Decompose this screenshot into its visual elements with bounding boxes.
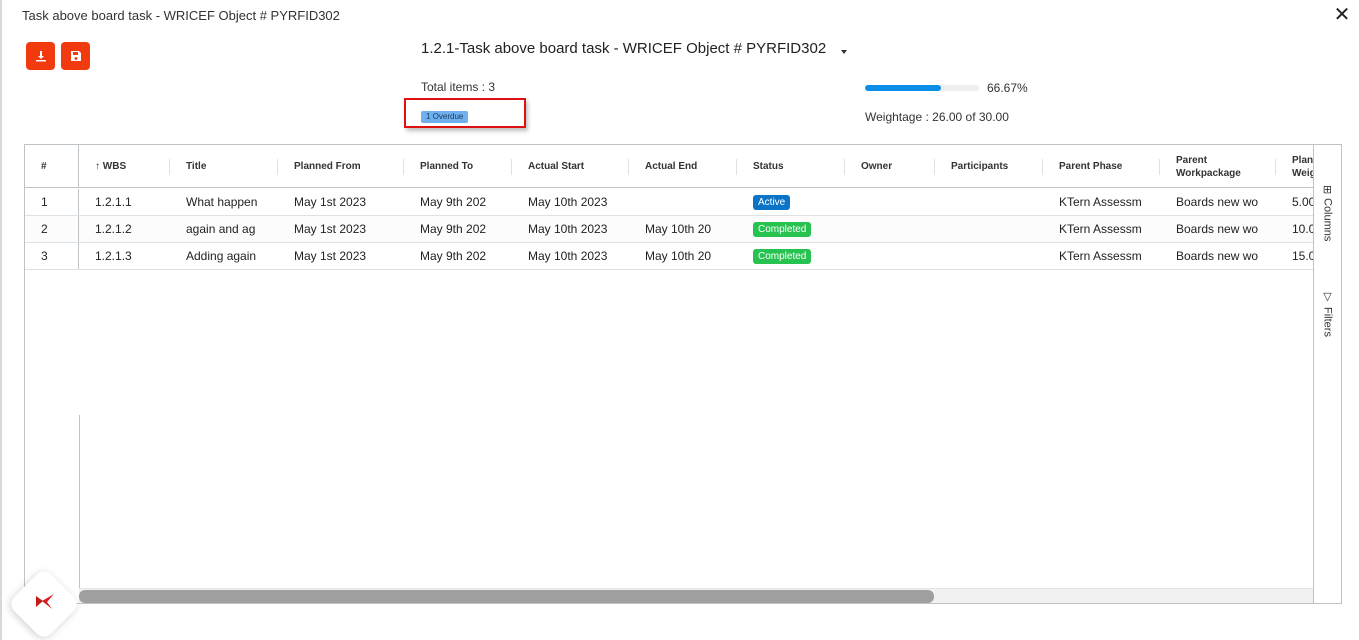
participants-cell bbox=[935, 189, 1043, 215]
close-button[interactable]: ✕ bbox=[1331, 4, 1353, 26]
status-badge: Completed bbox=[753, 248, 812, 264]
actual-start-cell: May 10th 2023 bbox=[528, 249, 608, 263]
column-header-actual-end[interactable]: Actual End bbox=[629, 145, 737, 188]
planned-weightage-cell: 10.00 bbox=[1292, 222, 1313, 236]
parent-workpackage-cell: Boards new wo bbox=[1176, 222, 1259, 236]
column-header-actual-start[interactable]: Actual Start bbox=[512, 145, 629, 188]
progress-bar bbox=[865, 85, 979, 91]
planned-weightage-cell: 5.00 bbox=[1292, 195, 1313, 209]
task-grid: # ↑ WBS Title Planned From Planned To Ac… bbox=[24, 144, 1342, 604]
parent-phase-cell: KTern Assessm bbox=[1059, 195, 1142, 209]
owner-cell bbox=[845, 216, 935, 242]
window-title: Task above board task - WRICEF Object # … bbox=[22, 8, 340, 23]
title-cell: Adding again bbox=[186, 249, 257, 263]
filters-tab[interactable]: ▽ Filters bbox=[1321, 290, 1334, 337]
actual-end-cell: May 10th 20 bbox=[645, 222, 712, 236]
grid-side-panel: ⊞ Columns ▽ Filters bbox=[1313, 145, 1341, 603]
table-row[interactable]: 2 1.2.1.2 again and ag May 1st 2023 May 9th … bbox=[25, 216, 1313, 243]
save-button[interactable] bbox=[61, 42, 90, 70]
overdue-badge[interactable]: 1 Overdue bbox=[421, 111, 469, 123]
columns-tab[interactable]: ⊞ Columns bbox=[1321, 185, 1334, 242]
planned-from-cell: May 1st 2023 bbox=[294, 249, 367, 263]
column-header-participants[interactable]: Participants bbox=[935, 145, 1043, 188]
row-number-divider bbox=[79, 415, 80, 588]
column-header-planned-weightage[interactable]: Planned Weightage bbox=[1276, 145, 1313, 188]
wbs-cell: 1.2.1.1 bbox=[95, 195, 132, 209]
parent-workpackage-cell: Boards new wo bbox=[1176, 195, 1259, 209]
actual-end-cell bbox=[629, 189, 737, 215]
planned-weightage-cell: 15.00 bbox=[1292, 249, 1313, 263]
column-header-planned-to[interactable]: Planned To bbox=[404, 145, 512, 188]
wbs-cell: 1.2.1.3 bbox=[95, 249, 132, 263]
column-header-wbs[interactable]: ↑ WBS bbox=[79, 145, 170, 188]
row-number: 3 bbox=[25, 243, 79, 269]
weightage-label: Weightage : 26.00 of 30.00 bbox=[865, 110, 1009, 124]
actual-start-cell: May 10th 2023 bbox=[528, 222, 608, 236]
total-items-label: Total items : 3 bbox=[421, 80, 496, 94]
status-cell: Completed bbox=[737, 216, 845, 242]
column-header-title[interactable]: Title bbox=[170, 145, 278, 188]
download-icon bbox=[35, 51, 46, 62]
page-title: 1.2.1-Task above board task - WRICEF Obj… bbox=[421, 40, 827, 57]
status-cell: Active bbox=[737, 189, 845, 215]
owner-cell bbox=[845, 243, 935, 269]
row-number: 2 bbox=[25, 216, 79, 242]
horizontal-scrollbar[interactable] bbox=[79, 588, 1313, 603]
actual-start-cell: May 10th 2023 bbox=[528, 195, 608, 209]
planned-from-cell: May 1st 2023 bbox=[294, 195, 367, 209]
window-edge bbox=[0, 0, 2, 640]
progress-label: 66.67% bbox=[987, 81, 1028, 95]
filter-icon: ▽ bbox=[1321, 290, 1333, 303]
owner-cell bbox=[845, 189, 935, 215]
title-dropdown-caret-icon[interactable] bbox=[841, 50, 847, 54]
close-icon: ✕ bbox=[1333, 4, 1351, 26]
actual-end-cell: May 10th 20 bbox=[645, 249, 712, 263]
column-header-planned-from[interactable]: Planned From bbox=[278, 145, 404, 188]
column-header-parent-workpackage[interactable]: Parent Workpackage bbox=[1160, 145, 1276, 188]
column-header-number[interactable]: # bbox=[25, 145, 79, 188]
table-row[interactable]: 1 1.2.1.1 What happen May 1st 2023 May 9th 2… bbox=[25, 189, 1313, 216]
parent-phase-cell: KTern Assessm bbox=[1059, 249, 1142, 263]
parent-phase-cell: KTern Assessm bbox=[1059, 222, 1142, 236]
title-cell: again and ag bbox=[186, 222, 256, 236]
planned-to-cell: May 9th 202 bbox=[420, 222, 487, 236]
planned-to-cell: May 9th 202 bbox=[420, 195, 487, 209]
ktern-logo-icon bbox=[36, 594, 54, 609]
columns-icon: ⊞ bbox=[1321, 185, 1333, 195]
parent-workpackage-cell: Boards new wo bbox=[1176, 249, 1259, 263]
planned-to-cell: May 9th 202 bbox=[420, 249, 487, 263]
column-header-owner[interactable]: Owner bbox=[845, 145, 935, 188]
participants-cell bbox=[935, 243, 1043, 269]
save-icon bbox=[70, 51, 81, 61]
planned-from-cell: May 1st 2023 bbox=[294, 222, 367, 236]
status-cell: Completed bbox=[737, 243, 845, 269]
progress-bar-fill bbox=[865, 85, 941, 91]
status-badge: Completed bbox=[753, 221, 812, 237]
horizontal-scrollbar-thumb[interactable] bbox=[79, 590, 934, 603]
title-cell: What happen bbox=[186, 195, 258, 209]
status-badge: Active bbox=[753, 194, 791, 210]
grid-header: # ↑ WBS Title Planned From Planned To Ac… bbox=[25, 145, 1313, 188]
column-header-parent-phase[interactable]: Parent Phase bbox=[1043, 145, 1160, 188]
download-button[interactable] bbox=[26, 42, 55, 70]
column-header-status[interactable]: Status bbox=[737, 145, 845, 188]
table-row[interactable]: 3 1.2.1.3 Adding again May 1st 2023 May 9th … bbox=[25, 243, 1313, 270]
row-number: 1 bbox=[25, 189, 79, 215]
wbs-cell: 1.2.1.2 bbox=[95, 222, 132, 236]
participants-cell bbox=[935, 216, 1043, 242]
